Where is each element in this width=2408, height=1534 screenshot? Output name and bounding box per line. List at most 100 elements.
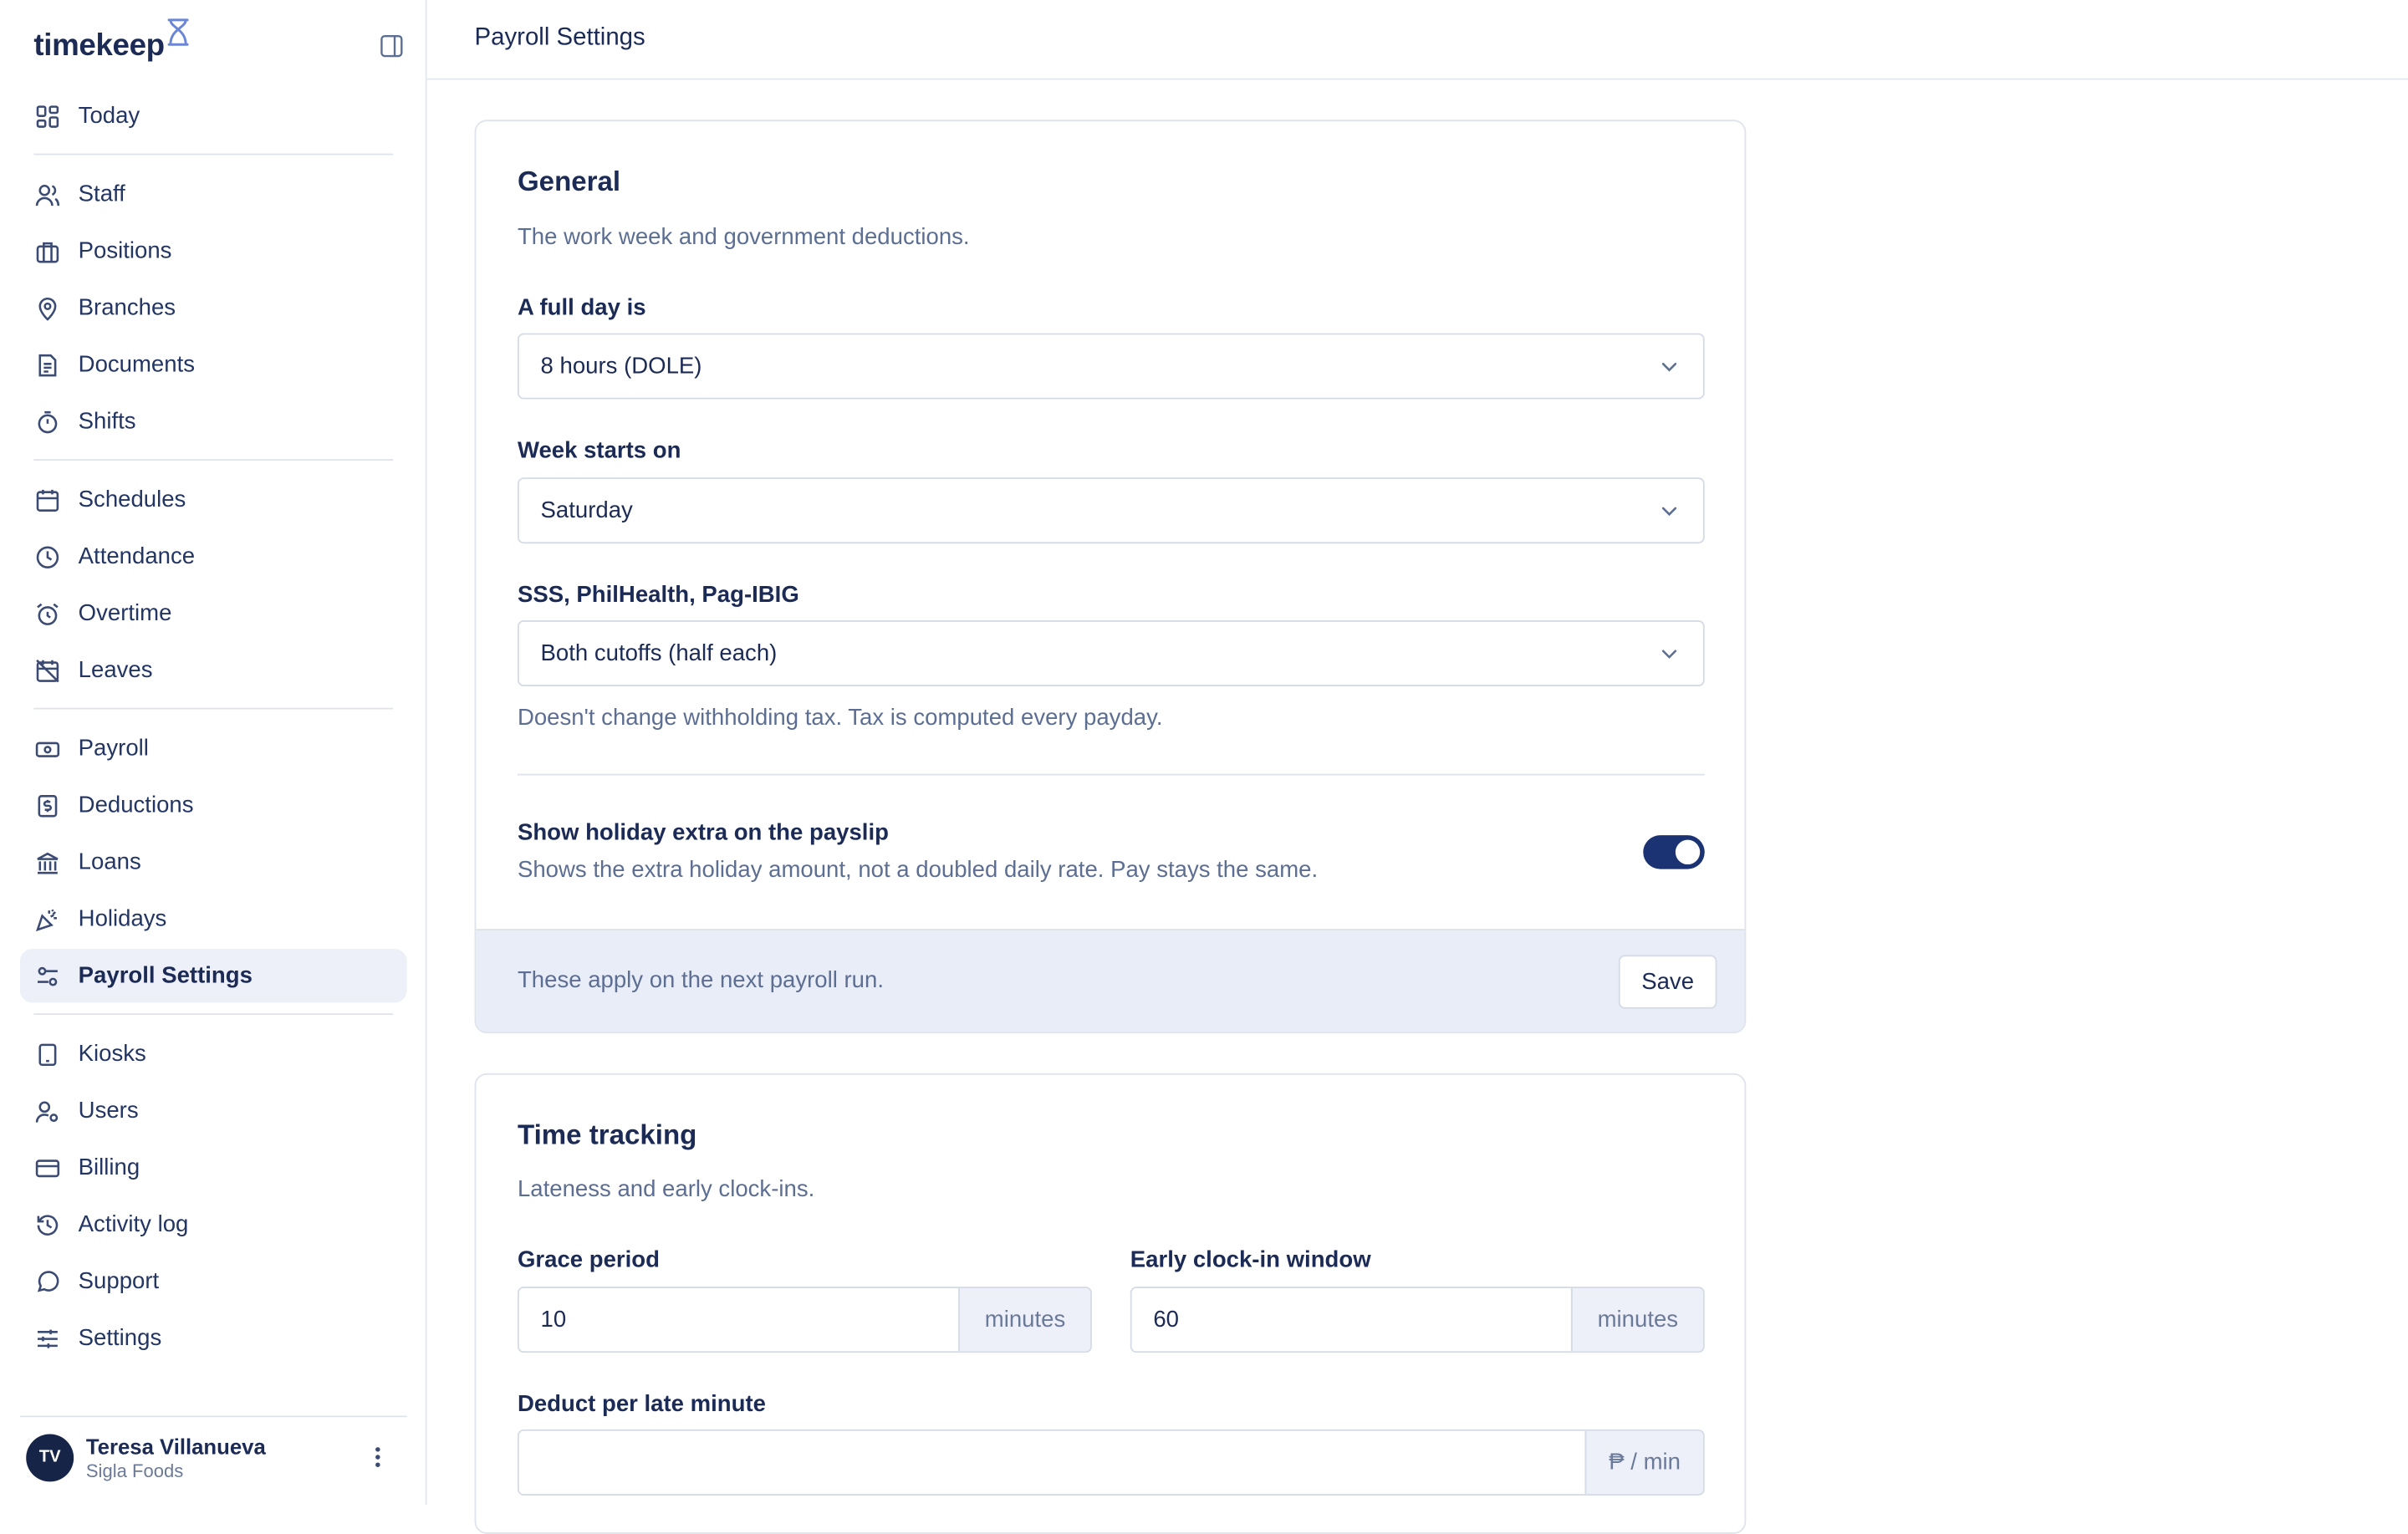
holiday-extra-toggle[interactable] <box>1643 835 1705 869</box>
full-day-label: A full day is <box>517 294 646 321</box>
sidebar-item-label: Holidays <box>78 905 167 932</box>
avatar: TV <box>26 1433 74 1481</box>
sidebar-nav: Today Staff Positions Branches Documents <box>19 89 407 1368</box>
full-day-select[interactable]: 8 hours (DOLE) <box>517 333 1705 400</box>
user-profile[interactable]: TV Teresa Villanueva Sigla Foods <box>26 1431 410 1483</box>
sidebar-item-label: Attendance <box>78 543 196 570</box>
week-start-label: Week starts on <box>517 437 681 464</box>
sidebar-item-label: Schedules <box>78 487 186 513</box>
sidebar-item-label: Support <box>78 1268 160 1295</box>
chevron-down-icon <box>1661 363 1677 372</box>
sidebar-item-label: Payroll Settings <box>78 962 253 989</box>
sidebar-item-deductions[interactable]: Deductions <box>20 778 407 832</box>
dashboard-icon <box>33 102 61 130</box>
brand-logo[interactable]: timekeep <box>33 18 189 71</box>
week-start-select[interactable]: Saturday <box>517 477 1705 544</box>
hourglass-logo-icon <box>167 18 189 46</box>
toggle-knob <box>1675 839 1701 865</box>
grace-period-label: Grace period <box>517 1246 660 1273</box>
general-card: General The work week and government ded… <box>474 120 1747 1034</box>
sidebar-item-branches[interactable]: Branches <box>20 281 407 334</box>
sidebar: timekeep Today Staff Positions Branches <box>0 0 427 1505</box>
contributions-select[interactable]: Both cutoffs (half each) <box>517 620 1705 687</box>
sidebar-item-label: Deductions <box>78 792 194 818</box>
sidebar-item-settings[interactable]: Settings <box>20 1312 407 1365</box>
section-title: General <box>517 166 621 197</box>
party-popper-icon <box>33 905 61 933</box>
grace-period-field: 10 minutes <box>517 1287 1092 1353</box>
sidebar-item-label: Kiosks <box>78 1041 146 1068</box>
sidebar-item-schedules[interactable]: Schedules <box>20 473 407 527</box>
sidebar-item-label: Overtime <box>78 600 172 627</box>
user-org: Sigla Foods <box>85 1459 184 1481</box>
sidebar-item-shifts[interactable]: Shifts <box>20 395 407 448</box>
sidebar-item-label: Settings <box>78 1325 162 1352</box>
sidebar-item-label: Today <box>78 103 140 130</box>
sidebar-toggle-icon[interactable] <box>376 31 407 62</box>
document-icon <box>33 351 61 379</box>
nav-divider <box>33 459 394 461</box>
select-value: Both cutoffs (half each) <box>540 640 778 667</box>
sidebar-item-users[interactable]: Users <box>20 1084 407 1138</box>
sidebar-item-leaves[interactable]: Leaves <box>20 644 407 697</box>
chat-bubble-icon <box>33 1267 61 1295</box>
nav-divider <box>33 707 394 710</box>
holiday-toggle-description: Shows the extra holiday amount, not a do… <box>517 856 1319 884</box>
contributions-hint: Doesn't change withholding tax. Tax is c… <box>517 705 1163 731</box>
tablet-icon <box>33 1040 61 1068</box>
early-window-field: 60 minutes <box>1130 1287 1705 1353</box>
bank-icon <box>33 849 61 876</box>
sidebar-item-staff[interactable]: Staff <box>20 167 407 221</box>
select-value: Saturday <box>540 497 633 524</box>
section-divider <box>517 773 1705 776</box>
chevron-down-icon <box>1661 507 1677 517</box>
sidebar-item-loans[interactable]: Loans <box>20 835 407 889</box>
sidebar-item-label: Loans <box>78 849 141 875</box>
sidebar-item-billing[interactable]: Billing <box>20 1141 407 1195</box>
sidebar-item-attendance[interactable]: Attendance <box>20 530 407 584</box>
user-cog-icon <box>33 1097 61 1124</box>
sidebar-item-label: Shifts <box>78 408 136 435</box>
calendar-off-icon <box>33 656 61 684</box>
sidebar-item-holidays[interactable]: Holidays <box>20 892 407 945</box>
early-window-label: Early clock-in window <box>1130 1246 1371 1273</box>
time-tracking-card: Time tracking Lateness and early clock-i… <box>474 1073 1747 1534</box>
sidebar-item-activity-log[interactable]: Activity log <box>20 1198 407 1251</box>
more-vertical-icon[interactable] <box>362 1442 393 1473</box>
history-icon <box>33 1210 61 1238</box>
sidebar-item-label: Positions <box>78 237 172 264</box>
early-window-input[interactable]: 60 <box>1131 1287 1571 1352</box>
sidebar-item-today[interactable]: Today <box>20 89 407 143</box>
late-deduction-input[interactable] <box>518 1430 1585 1495</box>
stopwatch-icon <box>33 408 61 436</box>
sidebar-item-label: Branches <box>78 294 176 321</box>
sidebar-item-label: Documents <box>78 351 196 378</box>
sidebar-item-label: Staff <box>78 181 125 207</box>
alarm-clock-icon <box>33 599 61 627</box>
sidebar-item-label: Activity log <box>78 1211 189 1238</box>
sidebar-item-overtime[interactable]: Overtime <box>20 587 407 640</box>
sidebar-item-label: Leaves <box>78 657 153 684</box>
section-title: Time tracking <box>517 1119 697 1150</box>
sidebar-item-documents[interactable]: Documents <box>20 338 407 391</box>
sidebar-item-kiosks[interactable]: Kiosks <box>20 1027 407 1081</box>
sidebar-item-label: Users <box>78 1098 139 1124</box>
grace-period-input[interactable]: 10 <box>518 1287 959 1352</box>
top-bar: Payroll Settings <box>426 0 2408 80</box>
credit-card-icon <box>33 1154 61 1181</box>
banknote-icon <box>33 735 61 762</box>
sidebar-item-payroll-settings[interactable]: Payroll Settings <box>19 949 407 1003</box>
sidebar-item-payroll[interactable]: Payroll <box>20 721 407 775</box>
nav-divider <box>33 153 394 155</box>
section-description: The work week and government deductions. <box>517 224 970 251</box>
save-button[interactable]: Save <box>1618 955 1717 1009</box>
sidebar-item-positions[interactable]: Positions <box>20 224 407 278</box>
sidebar-item-support[interactable]: Support <box>20 1255 407 1308</box>
nav-divider <box>33 1013 394 1016</box>
sidebar-item-label: Billing <box>78 1154 140 1181</box>
map-pin-icon <box>33 294 61 322</box>
page-title: Payroll Settings <box>474 24 645 51</box>
receipt-dollar-icon <box>33 792 61 819</box>
late-deduction-label: Deduct per late minute <box>517 1391 766 1418</box>
holiday-toggle-title: Show holiday extra on the payslip <box>517 819 889 847</box>
